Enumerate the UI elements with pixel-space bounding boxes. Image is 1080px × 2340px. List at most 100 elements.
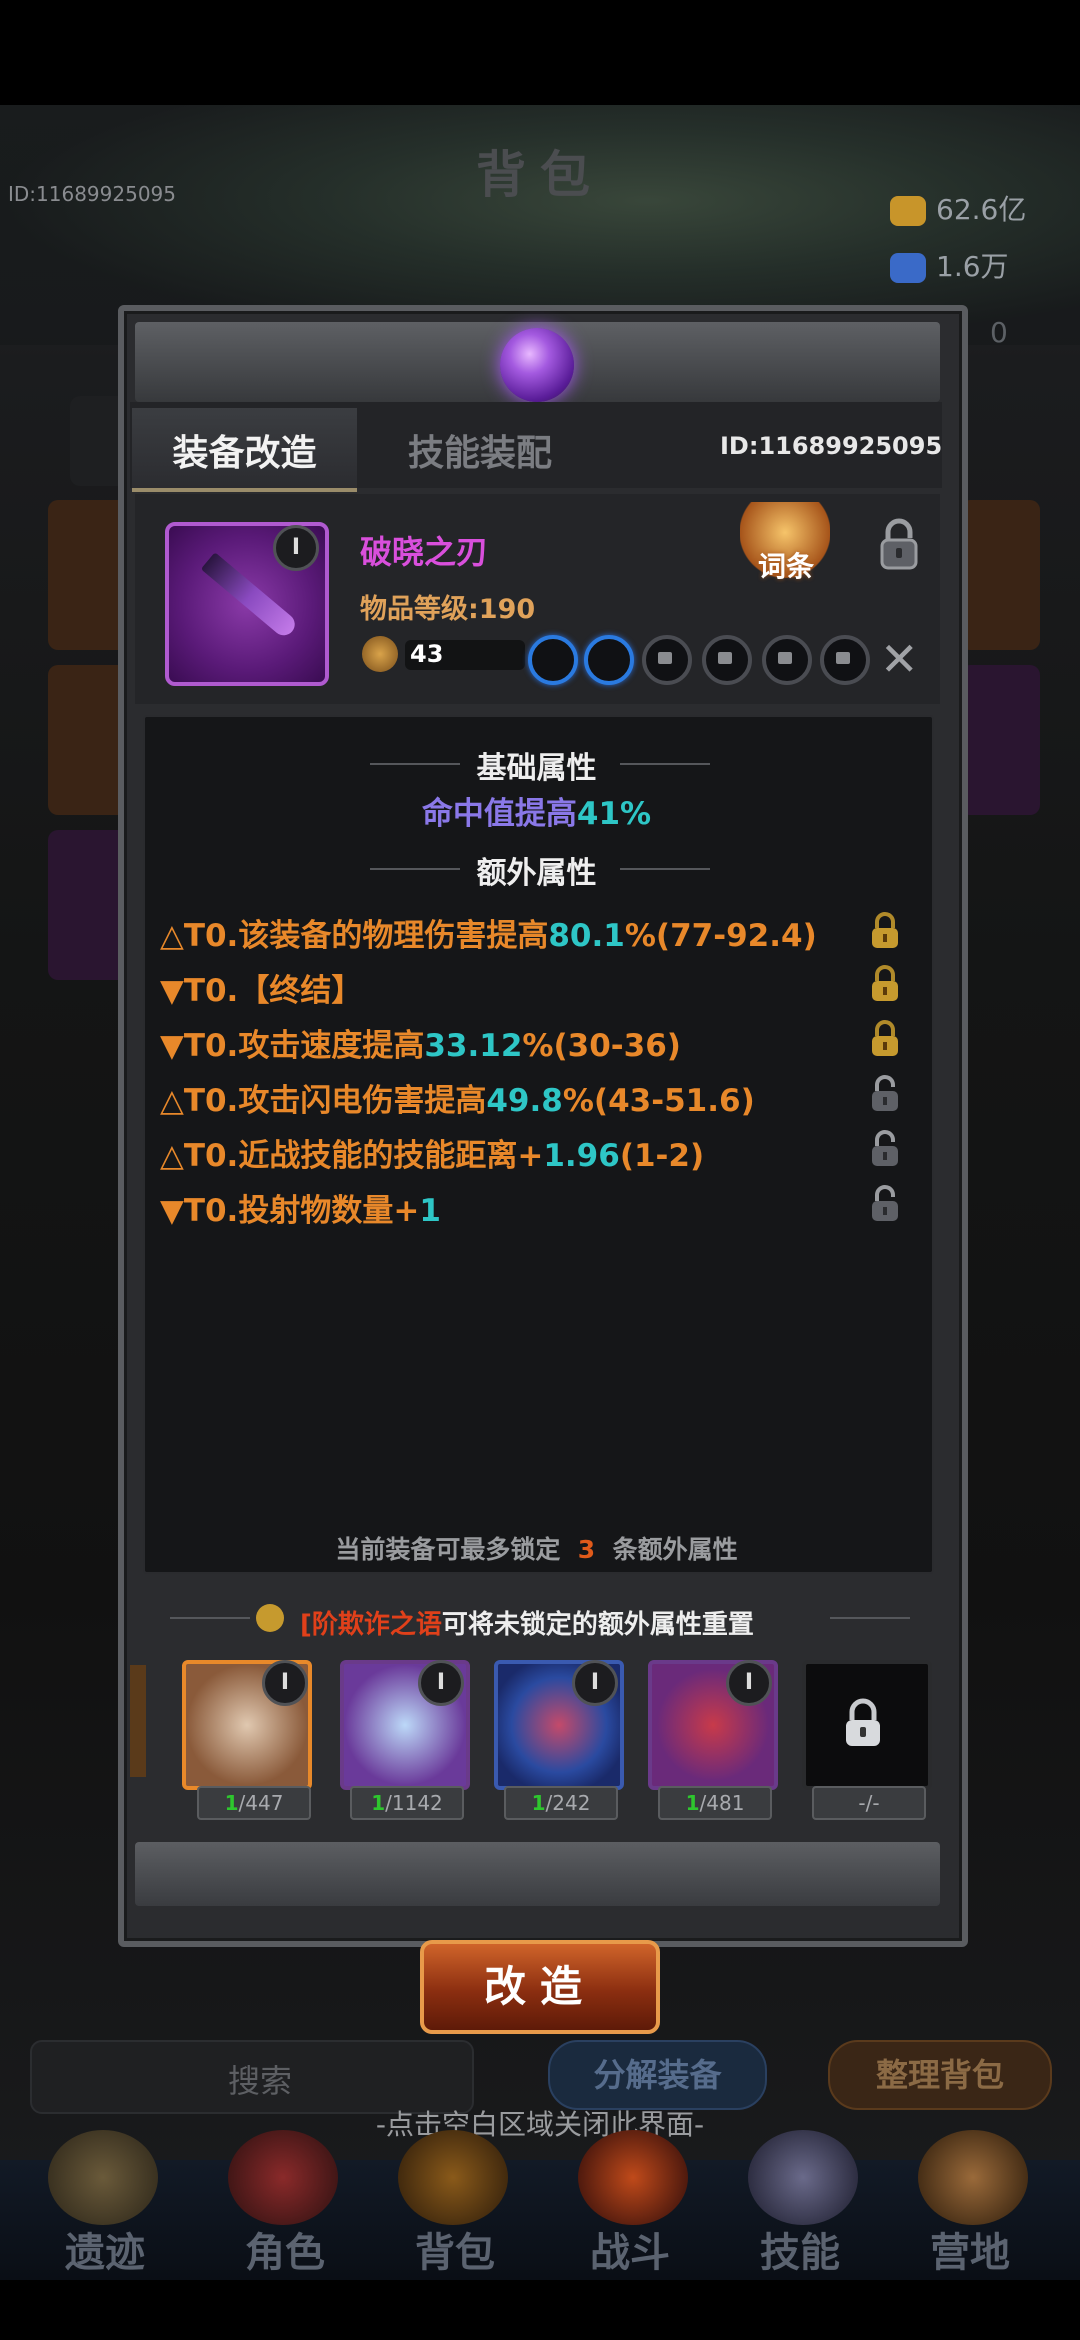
attr-locked-icon[interactable]	[868, 910, 902, 950]
modal-player-id: ID:11689925095	[720, 432, 943, 460]
search-placeholder: 搜索	[228, 2062, 293, 2100]
attr-range: %(77-92.4)	[624, 918, 817, 954]
locked-socket[interactable]	[642, 635, 692, 685]
attr-text: ▼T0.攻击速度提高	[160, 1028, 425, 1064]
modal-bottom-ornament	[135, 1842, 940, 1906]
attr-range: %(43-51.6)	[562, 1083, 755, 1119]
bag-slot[interactable]	[960, 665, 1040, 815]
nav-battle[interactable]: 战斗	[560, 2220, 700, 2278]
sort-bag-button[interactable]: 整理背包	[828, 2040, 1052, 2110]
battle-icon[interactable]	[578, 2130, 688, 2225]
relic-icon[interactable]	[48, 2130, 158, 2225]
material-need: /447	[238, 1791, 284, 1815]
attr-value: 49.8	[486, 1083, 563, 1119]
reset-description: [阶欺诈之语可将未锁定的额外属性重置	[300, 1604, 860, 1641]
tab-skill-assembly[interactable]: 技能装配	[370, 424, 590, 476]
extra-attribute-row: ▼T0.攻击速度提高33.12%(30-36)	[160, 1020, 681, 1065]
attr-text: △T0.近战技能的技能距离+	[160, 1138, 544, 1174]
attr-locked-icon[interactable]	[868, 963, 902, 1003]
gold-resource: 62.6亿	[890, 188, 1080, 232]
attr-text: △T0.攻击闪电伤害提高	[160, 1083, 487, 1119]
crossed-swords-icon[interactable]: ✕	[880, 632, 919, 686]
base-attribute-title: 基础属性	[476, 751, 597, 786]
skill-icon[interactable]	[748, 2130, 858, 2225]
gem-socket[interactable]	[528, 635, 578, 685]
gold-amount: 62.6亿	[936, 193, 1027, 226]
padlock-icon	[718, 652, 732, 664]
nav-character[interactable]: 角色	[215, 2220, 355, 2278]
material-count: 1/242	[504, 1786, 618, 1820]
base-attribute-value: 41%	[576, 796, 652, 832]
bag-title: 背包	[476, 146, 604, 204]
item-lock-icon[interactable]	[876, 516, 922, 572]
attr-locked-icon[interactable]	[868, 1018, 902, 1058]
item-level: 物品等级:190	[360, 594, 536, 625]
material-name: [阶欺诈之语	[300, 1610, 442, 1640]
player-id: ID:11689925095	[8, 182, 177, 206]
attr-unlocked-icon[interactable]	[868, 1073, 902, 1113]
character-icon[interactable]	[228, 2130, 338, 2225]
affix-button-label[interactable]: 词条	[746, 545, 826, 585]
padlock-icon	[836, 652, 850, 664]
chain-lock-icon	[846, 1698, 880, 1746]
material-have: 1	[224, 1791, 239, 1815]
material-have: 1	[685, 1791, 700, 1815]
padlock-icon	[658, 652, 672, 664]
material-tier-badge: I	[418, 1660, 464, 1706]
nav-camp[interactable]: 营地	[900, 2220, 1040, 2278]
material-have: 1	[531, 1791, 546, 1815]
base-attribute-text: 命中值提高	[421, 796, 577, 832]
bag-slot[interactable]	[960, 500, 1040, 650]
close-hint[interactable]: -点击空白区域关闭此界面-	[0, 2103, 1080, 2143]
nav-bag[interactable]: 背包	[385, 2220, 525, 2278]
extra-attribute-row: △T0.该装备的物理伤害提高80.1%(77-92.4)	[160, 910, 817, 955]
camp-icon[interactable]	[918, 2130, 1028, 2225]
material-need: /242	[545, 1791, 591, 1815]
nav-skill[interactable]: 技能	[730, 2220, 870, 2278]
bag-icon[interactable]	[398, 2130, 508, 2225]
reforge-button[interactable]: 改造	[420, 1940, 660, 2034]
material-tier-badge: I	[726, 1660, 772, 1706]
material-need: /1142	[385, 1791, 443, 1815]
material-count: 1/481	[658, 1786, 772, 1820]
attr-unlocked-icon[interactable]	[868, 1128, 902, 1168]
attr-text: △T0.该装备的物理伤害提高	[160, 918, 549, 954]
attr-value: 1	[419, 1193, 441, 1229]
decompose-button[interactable]: 分解装备	[548, 2040, 767, 2110]
extra-attribute-row: ▼T0.投射物数量+1	[160, 1185, 441, 1230]
item-name: 破晓之刃	[360, 533, 489, 571]
attr-text: ▼T0.【终结】	[160, 973, 363, 1009]
material-medal-icon	[256, 1604, 284, 1632]
material-count: -/-	[812, 1786, 926, 1820]
locked-socket[interactable]	[820, 635, 870, 685]
material-count: 1/447	[197, 1786, 311, 1820]
gem-socket[interactable]	[584, 635, 634, 685]
material-tier-badge: I	[572, 1660, 618, 1706]
star-count: 43	[410, 640, 444, 668]
extra-attribute-row: △T0.攻击闪电伤害提高49.8%(43-51.6)	[160, 1075, 755, 1120]
material-tier-badge: I	[262, 1660, 308, 1706]
gem-icon	[890, 253, 926, 283]
lock-note-text: 条额外属性	[612, 1535, 738, 1564]
locked-socket[interactable]	[762, 635, 812, 685]
attr-text: ▼T0.投射物数量+	[160, 1193, 420, 1229]
padlock-icon	[778, 652, 792, 664]
side-value: 0	[990, 316, 1008, 349]
reset-text: 可将未锁定的额外属性重置	[441, 1610, 754, 1640]
attr-value: 80.1	[548, 918, 625, 954]
material-partial[interactable]	[130, 1665, 146, 1777]
attr-unlocked-icon[interactable]	[868, 1183, 902, 1223]
tab-equipment-reforge[interactable]: 装备改造	[132, 424, 357, 476]
lock-note-count: 3	[577, 1535, 596, 1564]
base-attribute: 命中值提高41%	[143, 788, 930, 833]
attr-range: (1-2)	[619, 1138, 705, 1174]
gem-resource: 1.6万	[890, 245, 1080, 289]
nav-relic[interactable]: 遗迹	[35, 2220, 175, 2278]
locked-socket[interactable]	[702, 635, 752, 685]
attr-value: 33.12	[424, 1028, 523, 1064]
lock-note-text: 当前装备可最多锁定	[335, 1535, 561, 1564]
extra-attribute-title: 额外属性	[476, 856, 597, 891]
material-need: /481	[699, 1791, 745, 1815]
item-tier-badge: I	[273, 525, 319, 571]
gold-icon	[890, 196, 926, 226]
